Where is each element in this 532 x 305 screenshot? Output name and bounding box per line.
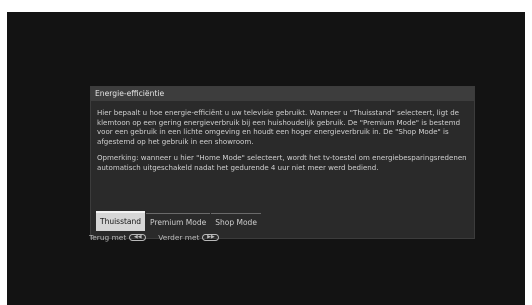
energy-efficiency-dialog: Energie-efficiëntie Hier bepaalt u hoe e… bbox=[90, 86, 475, 239]
dialog-description: Hier bepaalt u hoe energie-efficiënt u u… bbox=[97, 108, 461, 147]
fast-forward-remote-button-icon: ▶▶ bbox=[202, 234, 220, 241]
next-hint[interactable]: Verder met ▶▶ bbox=[158, 233, 220, 242]
option-shop-mode[interactable]: Shop Mode bbox=[211, 213, 261, 231]
dialog-remark: Opmerking: wanneer u hier "Home Mode" se… bbox=[97, 152, 467, 172]
back-hint[interactable]: Terug met ◀◀ bbox=[89, 233, 147, 242]
option-thuisstand[interactable]: Thuisstand bbox=[96, 211, 146, 231]
option-premium-mode[interactable]: Premium Mode bbox=[146, 213, 211, 231]
tv-screen: Energie-efficiëntie Hier bepaalt u hoe e… bbox=[7, 12, 525, 305]
footer-hints: Terug met ◀◀ Verder met ▶▶ bbox=[89, 233, 231, 242]
dialog-body: Hier bepaalt u hoe energie-efficiënt u u… bbox=[91, 101, 474, 172]
back-label: Terug met bbox=[89, 233, 127, 242]
dialog-title: Energie-efficiëntie bbox=[91, 87, 474, 101]
rewind-remote-button-icon: ◀◀ bbox=[129, 234, 147, 241]
mode-options: Thuisstand Premium Mode Shop Mode bbox=[96, 211, 262, 231]
next-label: Verder met bbox=[158, 233, 200, 242]
